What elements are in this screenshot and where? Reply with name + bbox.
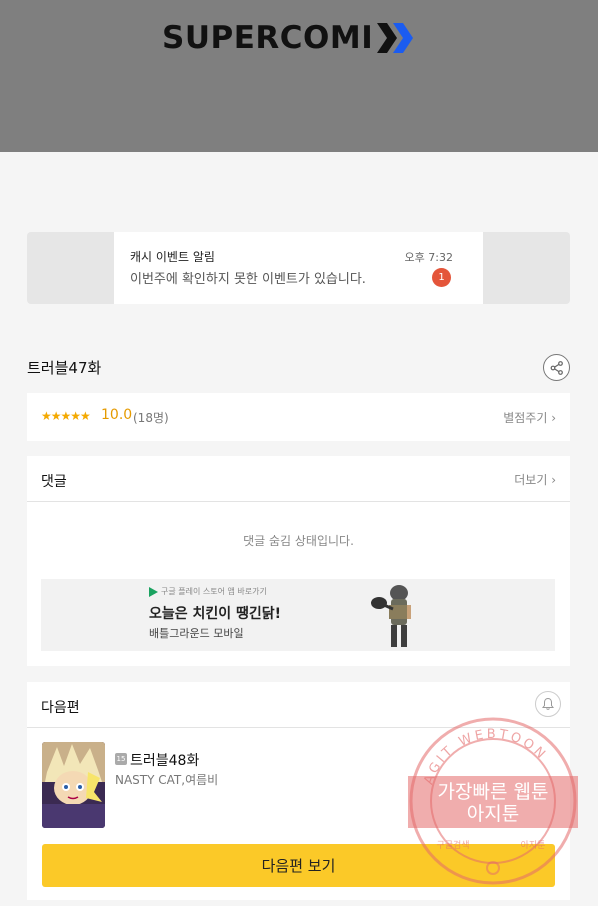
next-episode-thumbnail[interactable]	[42, 742, 105, 828]
ad-title: 오늘은 치킨이 땡긴닭!	[149, 606, 282, 622]
ad-small-label: 구글 플레이 스토어 앱 바로가기	[161, 587, 267, 596]
ad-store-link-text: 구글 플레이 스토어 앱 바로가기	[149, 586, 267, 597]
next-section-title: 다음편	[41, 700, 80, 716]
notification-banner[interactable]: 캐시 이벤트 알림 이번주에 확인하지 못한 이벤트가 있습니다. 오후 7:3…	[27, 232, 570, 304]
supercomix-logo[interactable]: SUPERCOMI	[162, 18, 415, 58]
share-button[interactable]	[543, 354, 570, 381]
comments-title: 댓글	[41, 474, 67, 490]
notification-message: 이번주에 확인하지 못한 이벤트가 있습니다.	[130, 272, 366, 287]
next-episode-title[interactable]: 트러블48화	[130, 750, 199, 770]
next-episode-card: 다음편 15 트러블48화 NASTY CAT,여름비 다음편 보기	[27, 682, 570, 900]
comments-more-link[interactable]: 더보기 ›	[514, 471, 556, 488]
notification-count-badge: 1	[432, 268, 451, 287]
comments-card: 댓글 더보기 › 댓글 숨김 상태입니다. 구글 플레이 스토어 앱 바로가기 …	[27, 456, 570, 666]
logo-x-mark-icon	[377, 23, 414, 53]
ad-subtitle: 배틀그라운드 모바일	[149, 627, 244, 640]
top-header-banner: SUPERCOMI	[0, 0, 598, 152]
comments-hidden-message: 댓글 숨김 상태입니다.	[243, 534, 354, 548]
notification-time: 오후 7:32	[404, 251, 453, 264]
ad-banner[interactable]: 구글 플레이 스토어 앱 바로가기 오늘은 치킨이 땡긴닭! 배틀그라운드 모바…	[41, 579, 555, 651]
notification-title: 캐시 이벤트 알림	[130, 250, 215, 264]
ad-character-image	[371, 585, 411, 647]
rating-card: ★★★★★ 10.0 (18명) 별점주기 ›	[27, 393, 570, 441]
bell-icon	[542, 697, 554, 710]
next-episode-authors: NASTY CAT,여름비	[115, 773, 219, 787]
rating-count: (18명)	[133, 411, 169, 425]
notification-card[interactable]: 캐시 이벤트 알림 이번주에 확인하지 못한 이벤트가 있습니다. 오후 7:3…	[114, 232, 483, 304]
play-store-icon	[149, 586, 158, 597]
episode-title: 트러블47화	[27, 359, 102, 377]
age-rating-badge: 15	[115, 753, 127, 765]
notify-bell-button[interactable]	[535, 691, 561, 717]
next-episode-header: 다음편	[27, 682, 570, 728]
thumbnail-art-image	[42, 742, 105, 828]
rating-stars: ★★★★★	[41, 409, 91, 423]
comments-header: 댓글 더보기 ›	[27, 456, 570, 502]
logo-text: SUPERCOMI	[162, 20, 374, 56]
next-episode-button[interactable]: 다음편 보기	[42, 844, 555, 887]
rate-button[interactable]: 별점주기 ›	[503, 409, 556, 426]
rating-score: 10.0	[101, 407, 133, 423]
share-icon	[550, 360, 563, 375]
